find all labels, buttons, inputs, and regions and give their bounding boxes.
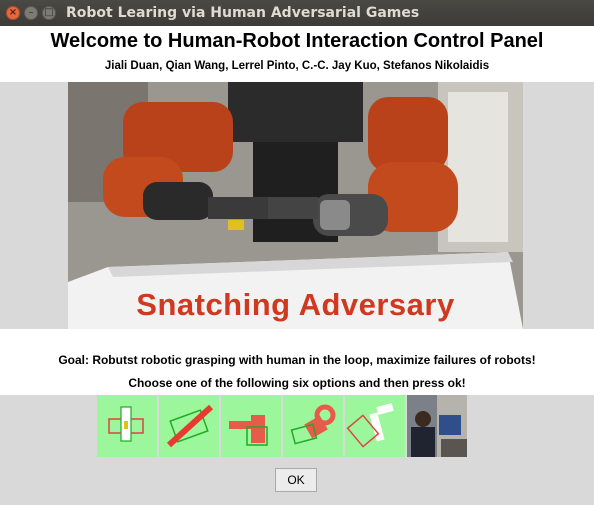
robot-demo-image: Snatching Adversary (68, 82, 523, 329)
scene-caption: Snatching Adversary (136, 287, 455, 322)
option-1-button[interactable] (97, 395, 157, 457)
instruction-text: Choose one of the following six options … (128, 376, 466, 390)
human-operator-photo-icon (407, 395, 467, 457)
option-2-button[interactable] (159, 395, 219, 457)
option-3-button[interactable] (221, 395, 281, 457)
page-title: Welcome to Human-Robot Interaction Contr… (50, 30, 544, 52)
options-row (97, 395, 467, 457)
window-title: Robot Learing via Human Adversarial Game… (66, 5, 420, 21)
minimize-icon[interactable]: – (24, 6, 38, 20)
header: Welcome to Human-Robot Interaction Contr… (0, 26, 594, 82)
maximize-icon[interactable]: □ (42, 6, 56, 20)
close-icon[interactable]: × (6, 6, 20, 20)
grasp-option-3-icon (229, 415, 268, 446)
app-window: × – □ Robot Learing via Human Adversaria… (0, 0, 594, 505)
authors-line: Jiali Duan, Qian Wang, Lerrel Pinto, C.-… (104, 60, 490, 72)
grasp-option-4-icon (290, 404, 336, 445)
goal-text: Goal: Robutst robotic grasping with huma… (58, 353, 536, 367)
title-bar: × – □ Robot Learing via Human Adversaria… (0, 0, 594, 26)
option-5-button[interactable] (345, 395, 405, 457)
option-4-button[interactable] (283, 395, 343, 457)
window-controls: × – □ (6, 6, 56, 20)
grasp-option-2-icon (166, 404, 214, 448)
info-panel: Goal: Robutst robotic grasping with huma… (0, 329, 594, 395)
grasp-option-1-icon (108, 406, 144, 442)
ok-button[interactable]: OK (275, 468, 317, 492)
option-6-button[interactable] (407, 395, 467, 457)
grasp-option-5-icon (346, 403, 394, 448)
